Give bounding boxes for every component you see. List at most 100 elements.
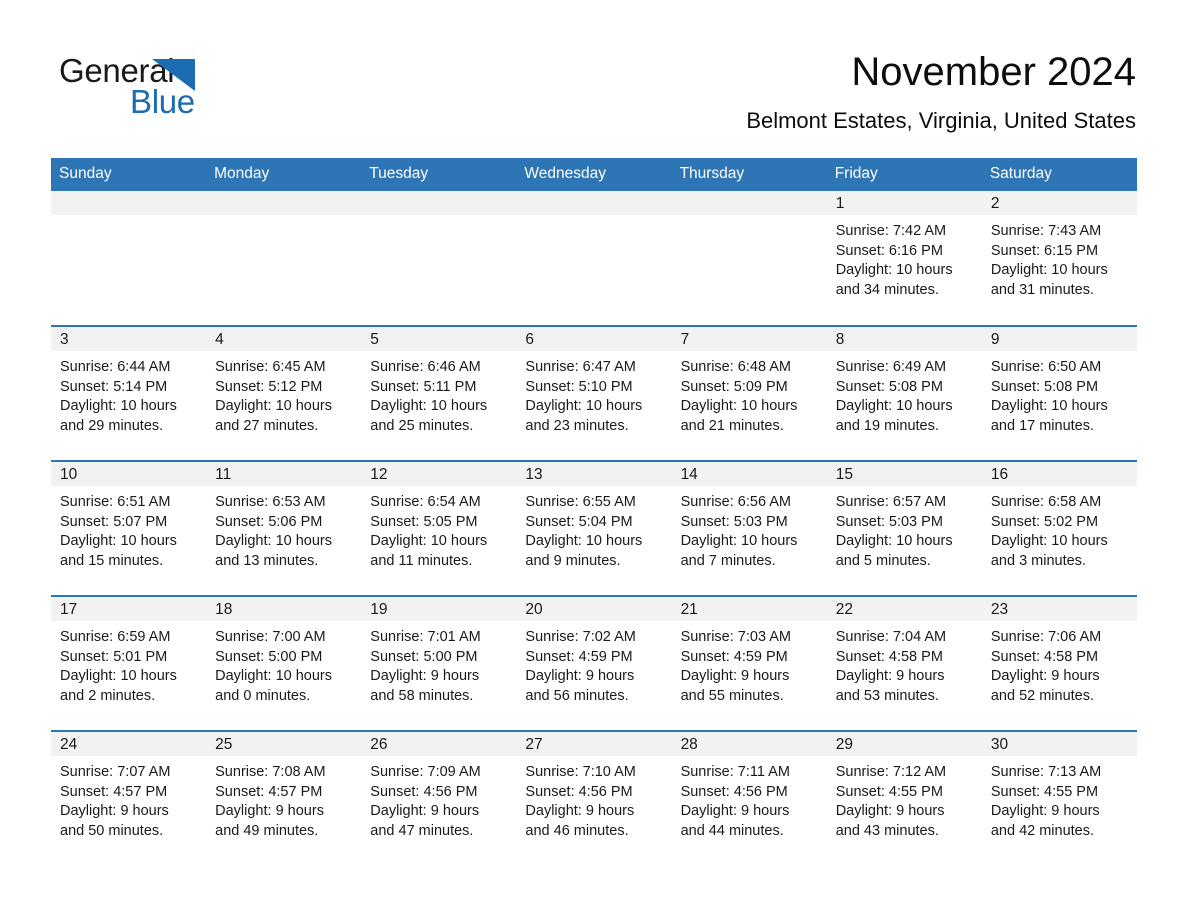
calendar-week-row: 10 Sunrise: 6:51 AM Sunset: 5:07 PM Dayligh…: [51, 460, 1137, 596]
sunrise-text: Sunrise: 7:12 AM: [835, 764, 947, 780]
day-details: Sunrise: 7:10 AM Sunset: 4:56 PM Daylight:…: [516, 756, 671, 841]
sunset-text: Sunset: 5:04 PM: [525, 513, 633, 530]
day-number: 18: [206, 597, 362, 621]
calendar-day-cell[interactable]: 8 Sunrise: 6:49 AM Sunset: 5:08 PM Daylight…: [826, 325, 982, 461]
sunrise-text: Sunrise: 7:06 AM: [990, 629, 1102, 645]
calendar-day-cell[interactable]: 15 Sunrise: 6:57 AM Sunset: 5:03 PM Dayligh…: [826, 460, 982, 596]
daylight-text-line1: Daylight: 10 hours: [370, 533, 488, 550]
daylight-text-line2: and 29 minutes.: [60, 417, 164, 434]
daylight-text-line1: Daylight: 9 hours: [370, 668, 480, 685]
calendar-day-cell[interactable]: 20 Sunrise: 7:02 AM Sunset: 4:59 PM Dayligh…: [516, 595, 672, 731]
sunrise-text: Sunrise: 7:11 AM: [680, 764, 790, 780]
daylight-text-line1: Daylight: 10 hours: [835, 398, 953, 415]
calendar-day-cell[interactable]: 13 Sunrise: 6:55 AM Sunset: 5:04 PM Dayligh…: [516, 460, 672, 596]
generalblue-logo[interactable]: General Blue: [59, 52, 279, 122]
day-number: [516, 191, 672, 215]
calendar-day-cell[interactable]: 9 Sunrise: 6:50 AM Sunset: 5:08 PM Daylight…: [981, 325, 1137, 461]
sunrise-text: Sunrise: 7:10 AM: [525, 764, 636, 780]
sunset-text: Sunset: 6:16 PM: [835, 242, 943, 259]
daylight-text-line2: and 27 minutes.: [215, 417, 319, 434]
daylight-text-line2: and 11 minutes.: [370, 552, 473, 569]
calendar-day-cell[interactable]: 18 Sunrise: 7:00 AM Sunset: 5:00 PM Dayligh…: [206, 595, 362, 731]
calendar-day-cell[interactable]: 7 Sunrise: 6:48 AM Sunset: 5:09 PM Daylight…: [671, 325, 827, 461]
day-details: Sunrise: 7:12 AM Sunset: 4:55 PM Daylight:…: [827, 756, 982, 841]
calendar-day-cell[interactable]: 2 Sunrise: 7:43 AM Sunset: 6:15 PM Daylight…: [981, 191, 1137, 326]
daylight-text-line2: and 9 minutes.: [525, 552, 621, 569]
calendar-day-cell[interactable]: 12 Sunrise: 6:54 AM Sunset: 5:05 PM Dayligh…: [361, 460, 517, 596]
calendar-day-cell[interactable]: 5 Sunrise: 6:46 AM Sunset: 5:11 PM Daylight…: [361, 325, 517, 461]
sunset-text: Sunset: 4:58 PM: [990, 648, 1099, 665]
calendar-day-cell[interactable]: 23 Sunrise: 7:06 AM Sunset: 4:58 PM Dayligh…: [981, 595, 1137, 731]
weekday-header-tuesday: Tuesday: [361, 158, 517, 191]
sunset-text: Sunset: 5:06 PM: [215, 513, 323, 530]
calendar-day-cell[interactable]: 6 Sunrise: 6:47 AM Sunset: 5:10 PM Daylight…: [516, 325, 672, 461]
calendar-day-cell[interactable]: 27 Sunrise: 7:10 AM Sunset: 4:56 PM Dayligh…: [516, 730, 672, 866]
sunrise-text: Sunrise: 7:00 AM: [215, 629, 326, 645]
calendar-week-row: 17 Sunrise: 6:59 AM Sunset: 5:01 PM Dayligh…: [51, 595, 1137, 731]
day-details: Sunrise: 6:54 AM Sunset: 5:05 PM Daylight:…: [361, 486, 516, 571]
daylight-text-line1: Daylight: 9 hours: [990, 803, 1100, 820]
day-number: 25: [206, 732, 362, 756]
sunrise-text: Sunrise: 7:02 AM: [525, 629, 636, 645]
day-details: Sunrise: 6:48 AM Sunset: 5:09 PM Daylight:…: [672, 351, 827, 436]
calendar-day-cell[interactable]: 30 Sunrise: 7:13 AM Sunset: 4:55 PM Dayligh…: [981, 730, 1137, 866]
calendar-day-cell[interactable]: 10 Sunrise: 6:51 AM Sunset: 5:07 PM Dayligh…: [51, 460, 207, 596]
sunrise-text: Sunrise: 7:43 AM: [990, 223, 1102, 239]
sunrise-text: Sunrise: 6:49 AM: [835, 359, 947, 375]
daylight-text-line2: and 21 minutes.: [680, 417, 784, 434]
calendar-day-cell[interactable]: 3 Sunrise: 6:44 AM Sunset: 5:14 PM Daylight…: [51, 325, 207, 461]
daylight-text-line2: and 3 minutes.: [990, 552, 1086, 569]
calendar-day-cell[interactable]: 21 Sunrise: 7:03 AM Sunset: 4:59 PM Dayligh…: [671, 595, 827, 731]
sunset-text: Sunset: 5:03 PM: [835, 513, 943, 530]
day-number: 17: [51, 597, 207, 621]
calendar-day-cell[interactable]: 11 Sunrise: 6:53 AM Sunset: 5:06 PM Dayligh…: [206, 460, 362, 596]
calendar-day-cell[interactable]: 19 Sunrise: 7:01 AM Sunset: 5:00 PM Dayligh…: [361, 595, 517, 731]
weekday-header-friday: Friday: [826, 158, 982, 191]
calendar-day-cell[interactable]: 25 Sunrise: 7:08 AM Sunset: 4:57 PM Dayligh…: [206, 730, 362, 866]
day-number: 15: [826, 462, 982, 486]
calendar-day-cell[interactable]: 26 Sunrise: 7:09 AM Sunset: 4:56 PM Dayligh…: [361, 730, 517, 866]
calendar-day-cell[interactable]: 16 Sunrise: 6:58 AM Sunset: 5:02 PM Dayligh…: [981, 460, 1137, 596]
calendar-day-cell[interactable]: 28 Sunrise: 7:11 AM Sunset: 4:56 PM Dayligh…: [671, 730, 827, 866]
daylight-text-line1: Daylight: 10 hours: [215, 398, 333, 415]
daylight-text-line2: and 17 minutes.: [990, 417, 1095, 434]
sunset-text: Sunset: 5:01 PM: [60, 648, 168, 665]
daylight-text-line2: and 13 minutes.: [215, 552, 319, 569]
day-number: [671, 191, 827, 215]
calendar-day-cell[interactable]: 14 Sunrise: 6:56 AM Sunset: 5:03 PM Dayligh…: [671, 460, 827, 596]
day-details: Sunrise: 7:08 AM Sunset: 4:57 PM Daylight:…: [206, 756, 361, 841]
day-number: 6: [516, 327, 672, 351]
day-details: Sunrise: 7:02 AM Sunset: 4:59 PM Daylight:…: [516, 621, 671, 706]
calendar-day-cell[interactable]: 4 Sunrise: 6:45 AM Sunset: 5:12 PM Daylight…: [206, 325, 362, 461]
day-number: 14: [671, 462, 827, 486]
day-details: Sunrise: 6:49 AM Sunset: 5:08 PM Daylight:…: [827, 351, 982, 436]
daylight-text-line1: Daylight: 9 hours: [680, 803, 790, 820]
weekday-header-monday: Monday: [206, 158, 362, 191]
calendar-day-cell[interactable]: 17 Sunrise: 6:59 AM Sunset: 5:01 PM Dayligh…: [51, 595, 207, 731]
daylight-text-line2: and 49 minutes.: [215, 822, 319, 839]
day-details: Sunrise: 6:56 AM Sunset: 5:03 PM Daylight:…: [672, 486, 827, 571]
sunset-text: Sunset: 6:15 PM: [990, 242, 1099, 259]
day-number: 4: [206, 327, 362, 351]
calendar-day-cell[interactable]: 1 Sunrise: 7:42 AM Sunset: 6:16 PM Daylight…: [826, 191, 982, 326]
day-number: 22: [826, 597, 982, 621]
day-details: Sunrise: 7:07 AM Sunset: 4:57 PM Daylight:…: [51, 756, 206, 841]
day-number: 2: [981, 191, 1137, 215]
calendar-day-cell[interactable]: 24 Sunrise: 7:07 AM Sunset: 4:57 PM Dayligh…: [51, 730, 207, 866]
calendar-day-cell[interactable]: 29 Sunrise: 7:12 AM Sunset: 4:55 PM Dayligh…: [826, 730, 982, 866]
day-details: Sunrise: 6:44 AM Sunset: 5:14 PM Daylight:…: [51, 351, 206, 436]
calendar-day-cell[interactable]: 22 Sunrise: 7:04 AM Sunset: 4:58 PM Dayligh…: [826, 595, 982, 731]
daylight-text-line2: and 47 minutes.: [370, 822, 474, 839]
day-number: 29: [826, 732, 982, 756]
sunset-text: Sunset: 4:55 PM: [835, 783, 943, 800]
sunrise-text: Sunrise: 7:03 AM: [680, 629, 791, 645]
daylight-text-line2: and 31 minutes.: [990, 281, 1095, 298]
day-number: 12: [361, 462, 517, 486]
daylight-text-line1: Daylight: 10 hours: [60, 668, 177, 685]
daylight-text-line2: and 0 minutes.: [215, 687, 311, 704]
calendar-cell-empty: [361, 191, 517, 326]
daylight-text-line1: Daylight: 10 hours: [370, 398, 488, 415]
day-details: Sunrise: 7:04 AM Sunset: 4:58 PM Daylight:…: [827, 621, 982, 706]
sunset-text: Sunset: 5:08 PM: [990, 378, 1099, 395]
daylight-text-line1: Daylight: 9 hours: [525, 803, 635, 820]
